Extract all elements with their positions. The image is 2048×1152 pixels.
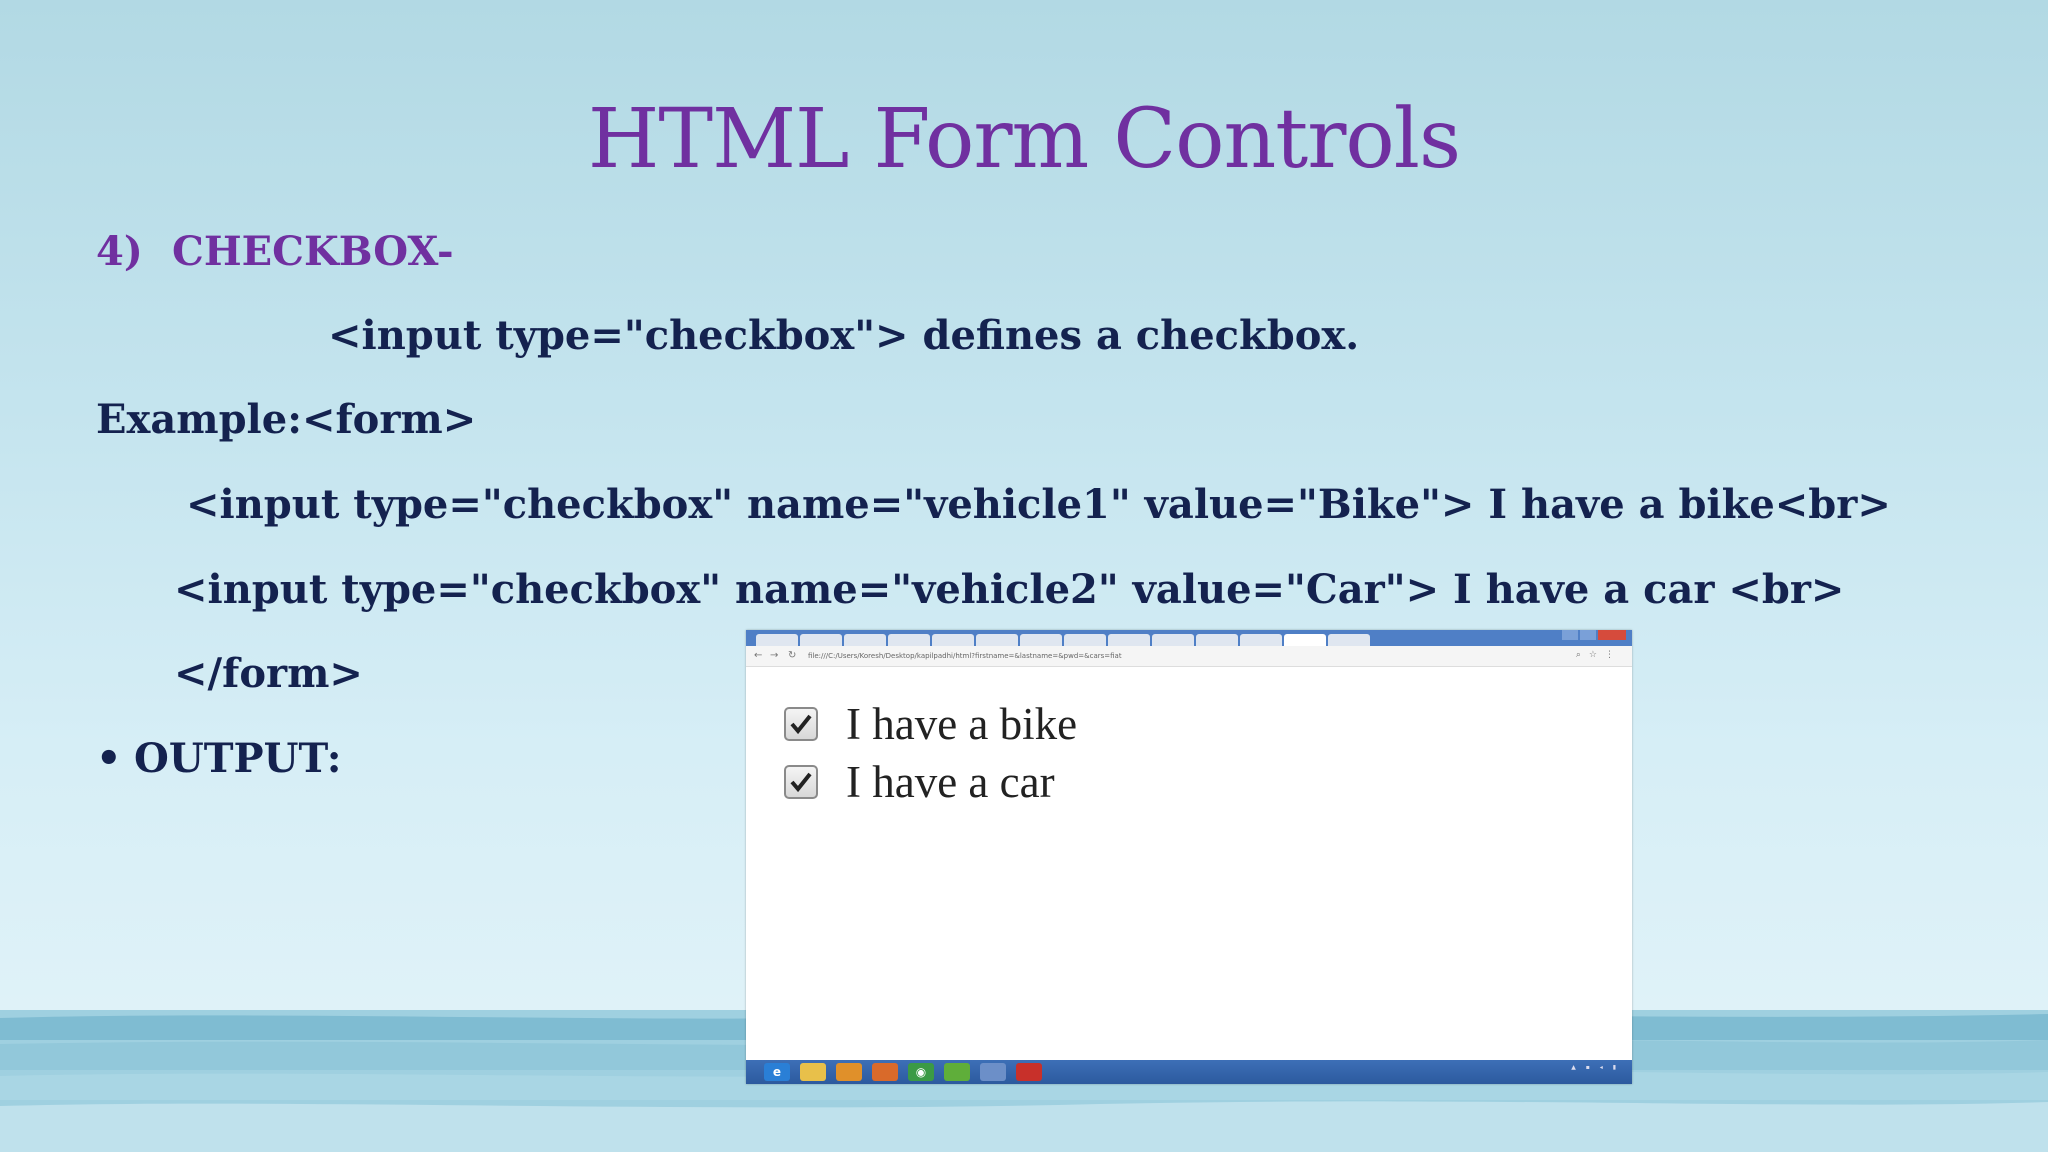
form-close-line: </form> [174, 650, 363, 697]
browser-tab [1240, 634, 1282, 646]
output-label: OUTPUT: [134, 735, 342, 782]
slide: HTML Form Controls 4) CHECKBOX- <input ty… [0, 0, 2048, 1152]
system-tray: ▲ ▪ ◂ ▮ [1571, 1064, 1620, 1071]
bullet-icon: • [96, 735, 122, 782]
browser-tab [844, 634, 886, 646]
chrome-icon: ◉ [908, 1063, 934, 1081]
checkbox-label-car: I have a car [846, 757, 1055, 807]
browser-tab [1108, 634, 1150, 646]
back-arrow-icon: ← [754, 650, 763, 661]
maximize-icon [1580, 630, 1596, 640]
browser-tab [1328, 634, 1370, 646]
browser-tab-bar [746, 630, 1632, 646]
section-title: CHECKBOX- [172, 228, 454, 275]
code-line-bike: <input type="checkbox" name="vehicle1" v… [186, 481, 1891, 528]
close-icon [1598, 630, 1626, 640]
app-icon [980, 1063, 1006, 1081]
checkbox-car [784, 765, 818, 799]
toolbar-icons: ⌕☆⋮ [1575, 650, 1622, 660]
paint-icon [872, 1063, 898, 1081]
browser-address-bar: ← → ↻ file:///C:/Users/Koresh/Desktop/ka… [746, 646, 1632, 667]
checkmark-icon [790, 772, 812, 793]
windows-taskbar: e ◉ ▲ ▪ ◂ ▮ [746, 1060, 1632, 1084]
browser-tab-active [1284, 634, 1326, 646]
slide-title: HTML Form Controls [587, 92, 1461, 187]
internet-explorer-icon: e [764, 1063, 790, 1081]
browser-tab [756, 634, 798, 646]
minimize-icon [1562, 630, 1578, 640]
browser-tab [1152, 634, 1194, 646]
browser-tab [1064, 634, 1106, 646]
browser-tab [1020, 634, 1062, 646]
forward-arrow-icon: → [770, 650, 779, 661]
folder-icon [800, 1063, 826, 1081]
output-bullet-item: • OUTPUT: [96, 735, 342, 782]
checkbox-row-car: I have a car [784, 756, 1055, 808]
checkbox-row-bike: I have a bike [784, 698, 1077, 750]
example-line: Example:<form> [96, 396, 477, 443]
browser-tab [932, 634, 974, 646]
checkmark-icon [790, 714, 812, 735]
reload-icon: ↻ [788, 650, 797, 661]
browser-tab [976, 634, 1018, 646]
browser-tab [888, 634, 930, 646]
browser-tab [800, 634, 842, 646]
code-line-car: <input type="checkbox" name="vehicle2" v… [174, 566, 1845, 613]
torrent-icon [944, 1063, 970, 1081]
checkbox-bike [784, 707, 818, 741]
media-icon [836, 1063, 862, 1081]
address-url: file:///C:/Users/Koresh/Desktop/kapilpad… [808, 652, 1122, 660]
acrobat-icon [1016, 1063, 1042, 1081]
section-heading: 4) CHECKBOX- [96, 228, 454, 275]
checkbox-label-bike: I have a bike [846, 699, 1078, 749]
browser-output-screenshot: ← → ↻ file:///C:/Users/Koresh/Desktop/ka… [746, 630, 1632, 1084]
window-controls [1562, 630, 1626, 640]
browser-tab [1196, 634, 1238, 646]
definition-line: <input type="checkbox"> defines a checkb… [328, 312, 1360, 359]
section-number: 4) [96, 228, 143, 275]
